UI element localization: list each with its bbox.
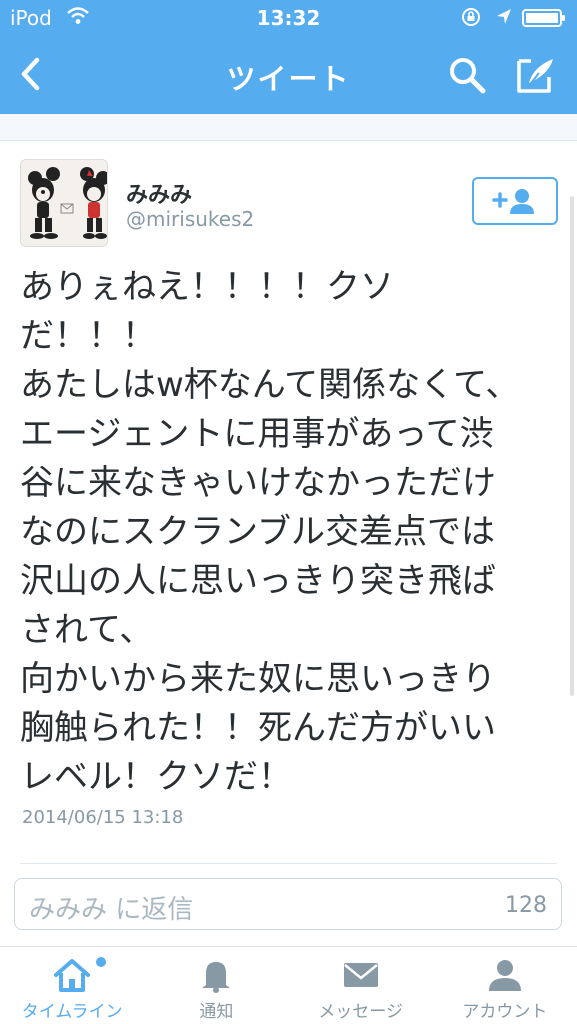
tab-messages[interactable]: メッセージ xyxy=(289,947,433,1024)
search-icon xyxy=(450,58,486,94)
tab-label: 通知 xyxy=(199,1002,234,1022)
divider xyxy=(20,863,557,864)
reply-input[interactable]: みみみ に返信 128 xyxy=(14,878,562,930)
page-title: ツイート xyxy=(226,62,351,96)
tweet-text-line: なのにスクランブル交差点では xyxy=(20,512,495,552)
tab-account[interactable]: アカウント xyxy=(433,947,577,1024)
rotation-lock-icon xyxy=(462,8,480,26)
bell-icon xyxy=(202,962,231,993)
tab-bar: タイムライン 通知 メッセージ アカウント xyxy=(0,946,577,1024)
mickey-drawing-avatar-image xyxy=(21,160,107,246)
tweet-text-line: 沢山の人に思いっきり突き飛ば xyxy=(20,561,496,601)
tweet-text-line: 谷に来なきゃいけなかっただけ xyxy=(20,463,496,503)
tweet-text-line: あたしはw杯なんて関係なくて、 xyxy=(20,365,520,405)
add-user-icon xyxy=(492,189,534,214)
tab-label: タイムライン xyxy=(21,1002,123,1022)
tweet-text-line: 向かいから来た奴に思いっきり xyxy=(20,659,496,699)
tab-label: アカウント xyxy=(462,1002,548,1022)
location-arrow-icon xyxy=(497,9,511,24)
compose-icon xyxy=(517,59,553,93)
user-name[interactable]: みみみ xyxy=(126,177,192,209)
tweet-text-line: ありぇねえ！！！！クソ xyxy=(20,267,394,307)
avatar[interactable] xyxy=(20,159,108,247)
tweet-text-line: されて、 xyxy=(20,610,154,650)
home-icon xyxy=(54,959,91,992)
top-bar: iPod 13:32 ツイート xyxy=(0,0,577,114)
reply-placeholder: みみみ に返信 xyxy=(29,895,194,925)
compose-button[interactable] xyxy=(512,52,560,98)
tweet-text-line: エージェントに用事があって渋 xyxy=(20,414,494,454)
new-tweets-dot xyxy=(96,957,106,967)
reply-bar: みみみ に返信 128 xyxy=(0,866,577,946)
tweet-card: みみみ @mirisukes2 ありぇねえ！！！！クソ だ！！！ あたしはw杯な… xyxy=(0,140,577,944)
status-time: 13:32 xyxy=(256,6,321,30)
follow-button[interactable] xyxy=(472,177,558,225)
tab-label: メッセージ xyxy=(318,1002,403,1022)
tweet-text-line: 胸触られた！！死んだ方がいい xyxy=(20,708,496,748)
battery-icon xyxy=(522,9,565,27)
tweet-text-line: レベル！クソだ！ xyxy=(20,757,292,797)
navigation-bar: ツイート xyxy=(0,44,577,106)
status-bar: iPod 13:32 xyxy=(0,0,577,36)
tab-notifications[interactable]: 通知 xyxy=(144,947,288,1024)
scroll-indicator xyxy=(570,196,574,696)
person-icon xyxy=(488,960,521,991)
tweet-text: ありぇねえ！！！！クソ だ！！！ あたしはw杯なんて関係なくて、 エージェントに… xyxy=(20,263,550,802)
envelope-icon xyxy=(343,963,378,987)
char-count: 128 xyxy=(505,893,547,918)
tweet-text-line: だ！！！ xyxy=(20,316,156,356)
user-handle[interactable]: @mirisukes2 xyxy=(126,207,254,231)
tweet-timestamp: 2014/06/15 13:18 xyxy=(22,807,184,828)
tab-timeline[interactable]: タイムライン xyxy=(0,947,144,1024)
search-button[interactable] xyxy=(444,52,490,98)
